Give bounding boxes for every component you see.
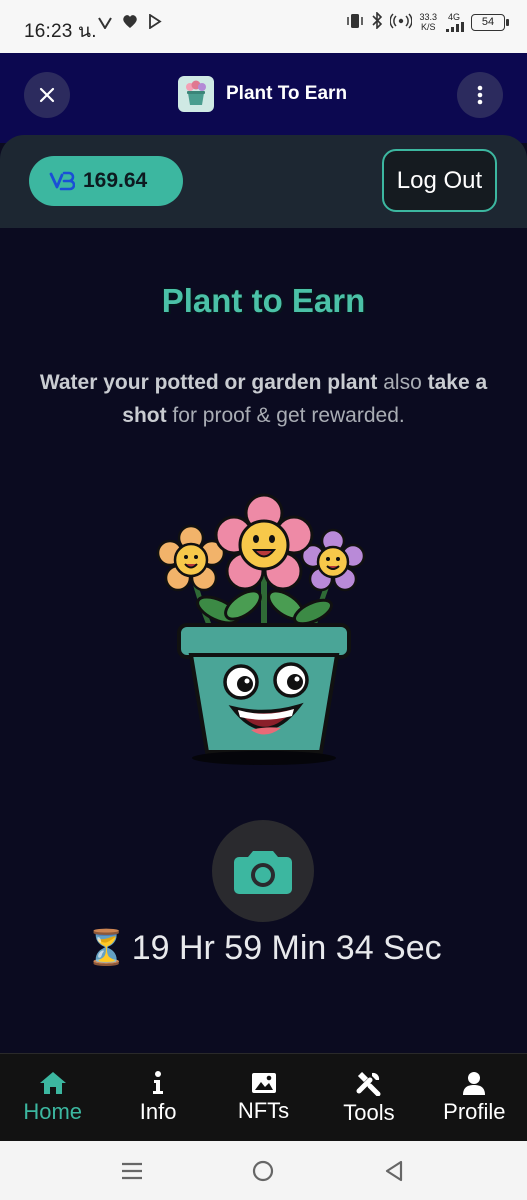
back-triangle-icon bbox=[385, 1160, 403, 1182]
hourglass-icon: ⏳ bbox=[85, 929, 128, 967]
close-icon bbox=[39, 87, 55, 103]
info-icon bbox=[153, 1070, 164, 1094]
more-vertical-icon bbox=[477, 85, 483, 105]
nav-nfts[interactable]: NFTs bbox=[211, 1054, 316, 1141]
network-speed: 33.3 K/S bbox=[419, 12, 437, 32]
chevron-v-icon bbox=[98, 14, 112, 34]
bluetooth-icon bbox=[371, 11, 383, 32]
balance-badge[interactable]: 169.64 bbox=[29, 156, 183, 206]
nav-info[interactable]: Info bbox=[105, 1054, 210, 1141]
play-store-icon bbox=[148, 13, 162, 34]
heart-icon bbox=[122, 14, 138, 34]
plant-logo-icon bbox=[186, 80, 206, 105]
status-bar: 16:23 น. 33.3 K/S 4G 54 bbox=[0, 0, 527, 53]
system-navigation-bar bbox=[0, 1141, 527, 1200]
person-icon bbox=[463, 1071, 486, 1095]
page-title: Plant to Earn bbox=[161, 282, 366, 319]
plant-pot-illustration bbox=[156, 493, 366, 765]
bottom-nav: Home Info NFTs Tools Profile bbox=[0, 1053, 527, 1141]
nav-profile[interactable]: Profile bbox=[422, 1054, 527, 1141]
home-system-button[interactable] bbox=[250, 1158, 276, 1184]
hotspot-icon bbox=[389, 12, 414, 32]
page-description: Water your potted or garden plant also t… bbox=[39, 371, 488, 427]
recent-apps-button[interactable] bbox=[119, 1158, 145, 1184]
more-options-button[interactable] bbox=[457, 72, 503, 118]
menu-lines-icon bbox=[122, 1162, 142, 1180]
camera-icon bbox=[234, 851, 292, 894]
vb-coin-icon bbox=[49, 171, 75, 191]
image-icon bbox=[251, 1072, 276, 1093]
account-bar: 169.64 Log Out bbox=[0, 135, 527, 228]
timer-text: 19 Hr 59 Min 34 Sec bbox=[131, 928, 442, 967]
nav-tools[interactable]: Tools bbox=[316, 1054, 421, 1141]
back-button[interactable] bbox=[381, 1158, 407, 1184]
signal-bars-icon bbox=[446, 22, 464, 32]
signal-indicator: 4G bbox=[444, 12, 464, 32]
logout-button[interactable]: Log Out bbox=[382, 149, 497, 212]
status-time: 16:23 น. bbox=[24, 21, 97, 42]
app-logo bbox=[178, 76, 214, 112]
countdown-timer: ⏳ 19 Hr 59 Min 34 Sec bbox=[0, 928, 527, 968]
close-button[interactable] bbox=[24, 72, 70, 118]
balance-value: 169.64 bbox=[83, 169, 148, 192]
battery-icon: 54 bbox=[471, 13, 509, 31]
camera-button[interactable] bbox=[212, 820, 314, 922]
app-title: Plant To Earn bbox=[226, 83, 348, 104]
app-header: Plant To Earn bbox=[0, 53, 527, 143]
home-icon bbox=[39, 1071, 66, 1094]
circle-icon bbox=[252, 1160, 274, 1182]
vibrate-icon bbox=[346, 13, 364, 32]
tools-icon bbox=[356, 1071, 381, 1096]
main-content: Plant to Earn Water your potted or garde… bbox=[0, 228, 527, 1053]
nav-home[interactable]: Home bbox=[0, 1054, 105, 1141]
app-title-group: Plant To Earn bbox=[178, 76, 347, 112]
